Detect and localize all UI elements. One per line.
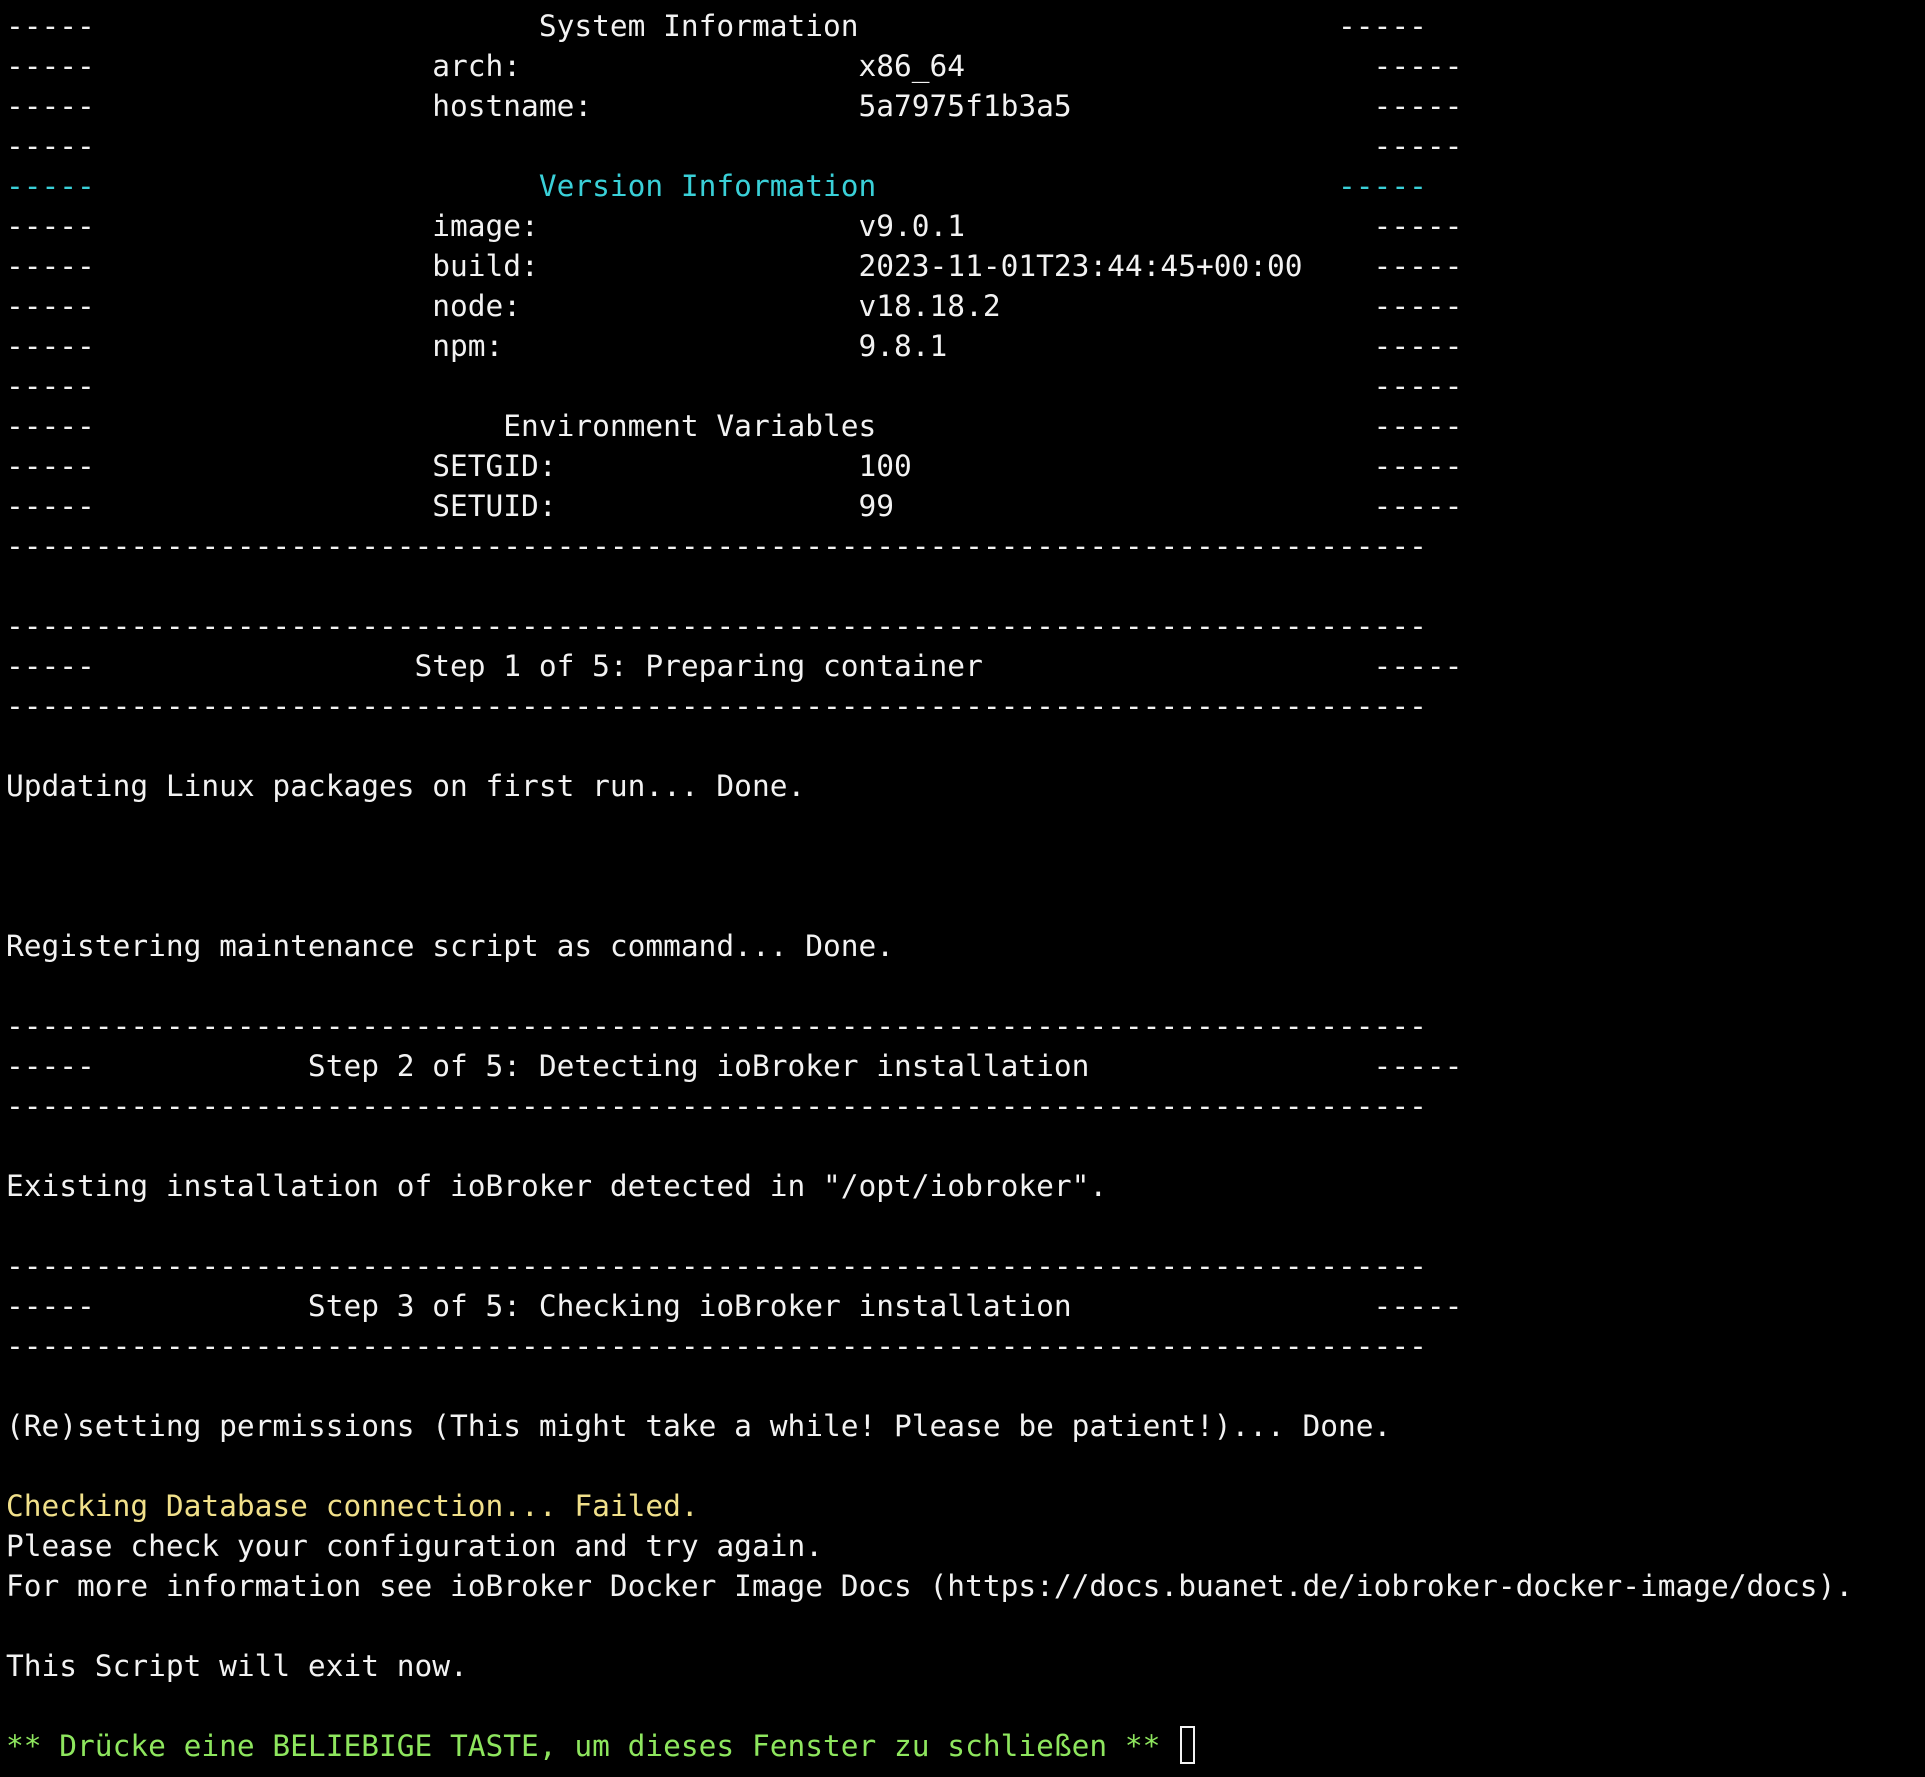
terminal-line-text: Checking Database connection... Failed. <box>6 1489 699 1523</box>
terminal-line: ----- image: v9.0.1 ----- <box>6 206 1462 246</box>
terminal-line: ----------------------------------------… <box>6 526 1427 566</box>
terminal-line-text: ----------------------------------------… <box>6 1329 1427 1363</box>
terminal-line-text: ----- Step 3 of 5: Checking ioBroker ins… <box>6 1289 1463 1323</box>
terminal-line-text: ----- SETUID: 99 ----- <box>6 489 1463 523</box>
terminal-line-text: ----- System Information ----- <box>6 9 1427 43</box>
terminal-line-text: Existing installation of ioBroker detect… <box>6 1169 1108 1203</box>
terminal-line-text: ----- arch: x86_64 ----- <box>6 49 1463 83</box>
terminal-line-text: ----- image: v9.0.1 ----- <box>6 209 1463 243</box>
terminal-line-text: ----- npm: 9.8.1 ----- <box>6 329 1463 363</box>
terminal-line: Registering maintenance script as comman… <box>6 926 894 966</box>
terminal-line-text: ----- ----- <box>6 129 1463 163</box>
terminal-line-text: Please check your configuration and try … <box>6 1529 823 1563</box>
terminal-line: Checking Database connection... Failed. <box>6 1486 699 1526</box>
terminal-line: Existing installation of ioBroker detect… <box>6 1166 1107 1206</box>
terminal-line: ----- Version Information ----- <box>6 166 1427 206</box>
terminal-line: Updating Linux packages on first run... … <box>6 766 805 806</box>
terminal-line: ----------------------------------------… <box>6 1006 1427 1046</box>
terminal-line: ----------------------------------------… <box>6 606 1427 646</box>
terminal-line: ----- Step 2 of 5: Detecting ioBroker in… <box>6 1046 1462 1086</box>
terminal-line-text: This Script will exit now. <box>6 1649 468 1683</box>
terminal-line: (Re)setting permissions (This might take… <box>6 1406 1391 1446</box>
terminal-line-text: For more information see ioBroker Docker… <box>6 1569 1854 1603</box>
terminal-line: ----------------------------------------… <box>6 1246 1427 1286</box>
terminal-line-text: ----- SETGID: 100 ----- <box>6 449 1463 483</box>
terminal-line-text: ----- Environment Variables ----- <box>6 409 1463 443</box>
terminal-line-text: ----- Version Information ----- <box>6 169 1427 203</box>
terminal-line-text: (Re)setting permissions (This might take… <box>6 1409 1392 1443</box>
terminal-line-text: ----- node: v18.18.2 ----- <box>6 289 1463 323</box>
terminal-line-text: ----- build: 2023-11-01T23:44:45+00:00 -… <box>6 249 1463 283</box>
terminal-line-text: ----- Step 1 of 5: Preparing container -… <box>6 649 1463 683</box>
terminal-line: ----- ----- <box>6 366 1462 406</box>
terminal-line: ----- Step 1 of 5: Preparing container -… <box>6 646 1462 686</box>
terminal-line-text: Updating Linux packages on first run... … <box>6 769 806 803</box>
terminal-line-text: ----------------------------------------… <box>6 1089 1427 1123</box>
terminal-line: ----- System Information ----- <box>6 6 1427 46</box>
terminal-line: Please check your configuration and try … <box>6 1526 823 1566</box>
terminal-line: ----- hostname: 5a7975f1b3a5 ----- <box>6 86 1462 126</box>
terminal-line: ----- node: v18.18.2 ----- <box>6 286 1462 326</box>
terminal-line: ----- SETGID: 100 ----- <box>6 446 1462 486</box>
terminal-line: ----- build: 2023-11-01T23:44:45+00:00 -… <box>6 246 1462 286</box>
terminal-line-text: ** Drücke eine BELIEBIGE TASTE, um diese… <box>6 1729 1179 1763</box>
terminal-line-text: ----------------------------------------… <box>6 609 1427 643</box>
terminal-line-text: ----------------------------------------… <box>6 1249 1427 1283</box>
terminal-line: ** Drücke eine BELIEBIGE TASTE, um diese… <box>6 1726 1196 1766</box>
terminal-line: ----- Step 3 of 5: Checking ioBroker ins… <box>6 1286 1462 1326</box>
terminal-line-text: ----------------------------------------… <box>6 689 1427 723</box>
terminal-line-text: ----- Step 2 of 5: Detecting ioBroker in… <box>6 1049 1463 1083</box>
terminal-line: This Script will exit now. <box>6 1646 468 1686</box>
terminal-line: ----- npm: 9.8.1 ----- <box>6 326 1462 366</box>
terminal-line-text: ----------------------------------------… <box>6 529 1427 563</box>
terminal-line: ----- Environment Variables ----- <box>6 406 1462 446</box>
terminal-line-text: ----- ----- <box>6 369 1463 403</box>
terminal-line: ----------------------------------------… <box>6 686 1427 726</box>
terminal-line: ----- SETUID: 99 ----- <box>6 486 1462 526</box>
terminal-line-text: Registering maintenance script as comman… <box>6 929 895 963</box>
terminal-line-text: ----- hostname: 5a7975f1b3a5 ----- <box>6 89 1463 123</box>
terminal-window[interactable]: ----- System Information ----- ----- arch… <box>0 0 1925 1777</box>
terminal-line-text: ----------------------------------------… <box>6 1009 1427 1043</box>
terminal-line: ----- arch: x86_64 ----- <box>6 46 1462 86</box>
terminal-line: ----------------------------------------… <box>6 1326 1427 1366</box>
terminal-line: ----- ----- <box>6 126 1462 166</box>
terminal-line: For more information see ioBroker Docker… <box>6 1566 1853 1606</box>
terminal-line: ----------------------------------------… <box>6 1086 1427 1126</box>
terminal-cursor[interactable] <box>1180 1726 1196 1764</box>
